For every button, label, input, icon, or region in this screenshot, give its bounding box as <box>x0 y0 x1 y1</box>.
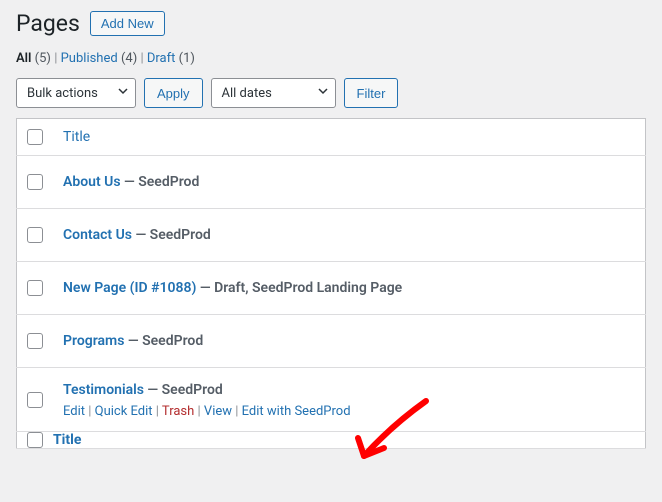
post-state: — Draft, SeedProd Landing Page <box>196 280 402 296</box>
row-checkbox[interactable] <box>27 333 43 349</box>
row-title-link[interactable]: New Page (ID #1088) <box>63 280 196 296</box>
filter-published-count: (4) <box>121 51 137 66</box>
row-actions: Edit | Quick Edit | Trash | View | Edit … <box>63 404 635 419</box>
row-title-link[interactable]: About Us <box>63 174 121 190</box>
row-checkbox[interactable] <box>27 392 43 408</box>
action-view[interactable]: View <box>204 404 232 419</box>
table-row: New Page (ID #1088) — Draft, SeedProd La… <box>17 262 646 315</box>
add-new-button[interactable]: Add New <box>90 11 165 36</box>
dates-label: All dates <box>222 86 272 101</box>
filter-draft-count: (1) <box>179 51 195 66</box>
apply-button[interactable]: Apply <box>144 78 203 108</box>
page-title: Pages <box>16 10 80 37</box>
filter-all-label: All <box>16 51 31 66</box>
select-all-checkbox-footer[interactable] <box>27 432 43 448</box>
bulk-actions-label: Bulk actions <box>27 86 98 101</box>
row-checkbox[interactable] <box>27 227 43 243</box>
status-filter: All (5) | Published (4) | Draft (1) <box>16 51 646 66</box>
post-state: — SeedProd <box>124 333 203 349</box>
post-state: — SeedProd <box>132 227 211 243</box>
table-row: Programs — SeedProd <box>17 315 646 368</box>
filter-draft[interactable]: Draft <box>147 51 176 66</box>
column-title[interactable]: Title <box>63 129 90 145</box>
filter-button[interactable]: Filter <box>344 78 399 108</box>
filter-published[interactable]: Published <box>61 51 118 66</box>
row-checkbox[interactable] <box>27 280 43 296</box>
filter-all-count: (5) <box>35 51 51 66</box>
action-edit-seedprod[interactable]: Edit with SeedProd <box>242 404 351 419</box>
pages-table: Title About Us — SeedProd Contact Us — S… <box>16 118 646 449</box>
post-state: — SeedProd <box>121 174 200 190</box>
bulk-actions-select[interactable]: Bulk actions <box>16 78 136 108</box>
row-title-link[interactable]: Programs <box>63 333 124 349</box>
action-quick-edit[interactable]: Quick Edit <box>95 404 153 419</box>
chevron-down-icon <box>117 85 129 101</box>
table-row: About Us — SeedProd <box>17 156 646 209</box>
post-state: — SeedProd <box>144 382 223 398</box>
row-checkbox[interactable] <box>27 174 43 190</box>
row-title-link[interactable]: Contact Us <box>63 227 132 243</box>
column-title-footer[interactable]: Title <box>53 432 81 448</box>
filter-all[interactable]: All <box>16 51 31 66</box>
table-row: Testimonials — SeedProd Edit | Quick Edi… <box>17 368 646 432</box>
select-all-checkbox[interactable] <box>27 129 43 145</box>
action-trash[interactable]: Trash <box>162 404 194 419</box>
dates-select[interactable]: All dates <box>211 78 336 108</box>
action-edit[interactable]: Edit <box>63 404 85 419</box>
chevron-down-icon <box>317 85 329 101</box>
table-row: Contact Us — SeedProd <box>17 209 646 262</box>
row-title-link[interactable]: Testimonials <box>63 382 144 398</box>
